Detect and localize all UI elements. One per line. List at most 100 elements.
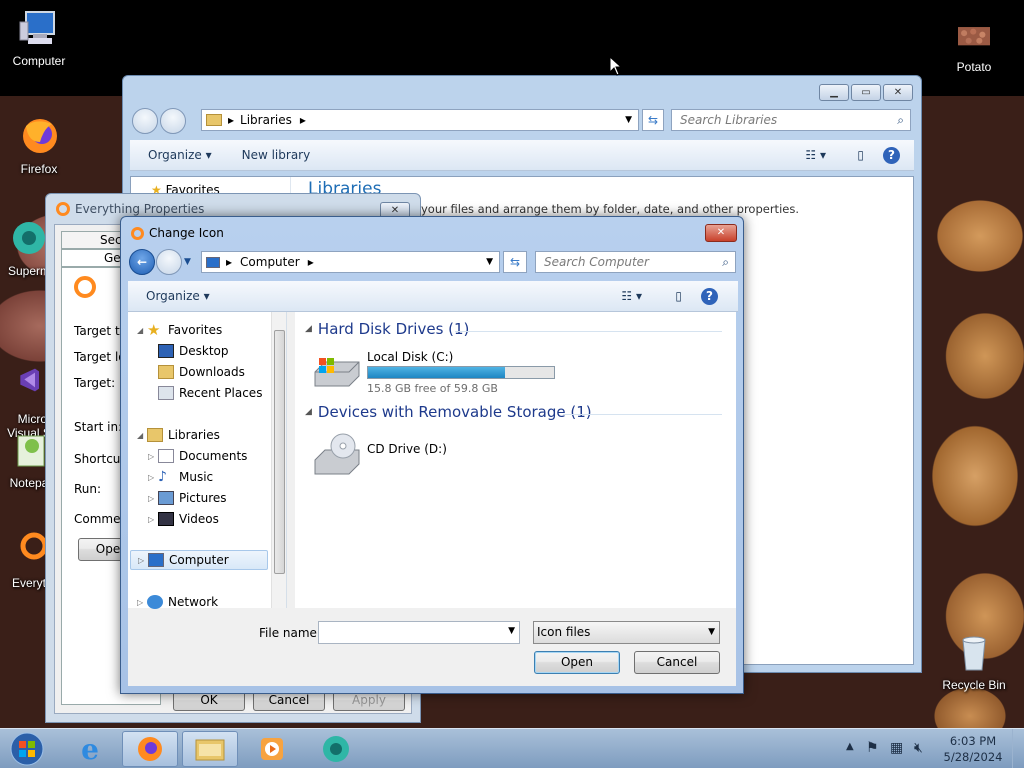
- dropdown-icon[interactable]: ▼: [486, 257, 493, 267]
- nav-music[interactable]: ▷ ♪ Music: [148, 467, 213, 487]
- nav-desktop[interactable]: Desktop: [158, 341, 229, 361]
- taskbar-supermium[interactable]: [308, 731, 364, 767]
- dialog-breadcrumb[interactable]: Computer: [240, 255, 300, 269]
- group-divider: [455, 331, 722, 332]
- firefox-icon: [138, 737, 162, 761]
- group-removable-storage[interactable]: ◢ Devices with Removable Storage (1): [305, 403, 592, 421]
- star-icon: ★: [147, 321, 161, 339]
- new-library-button[interactable]: New library: [242, 148, 311, 162]
- minimize-button[interactable]: ▁: [819, 84, 849, 101]
- properties-title: Everything Properties: [75, 202, 205, 216]
- preview-pane-icon[interactable]: ▯: [857, 148, 864, 162]
- desktop-icon-potato[interactable]: Potato: [937, 24, 1011, 74]
- dropdown-icon[interactable]: ▼: [508, 626, 515, 636]
- taskbar-explorer[interactable]: [182, 731, 238, 767]
- change-icon-dialog[interactable]: Change Icon ✕ ← ▼ ▸ Computer ▸ ▼ ⇆ Searc…: [120, 216, 744, 694]
- libraries-search-input[interactable]: Search Libraries ⌕: [671, 109, 911, 131]
- desktop-icon: [158, 344, 174, 358]
- nav-scrollbar-thumb[interactable]: [274, 330, 285, 574]
- forward-button[interactable]: [156, 249, 182, 275]
- taskbar-firefox[interactable]: [122, 731, 178, 767]
- taskbar-internet-explorer[interactable]: e: [62, 731, 118, 767]
- back-button[interactable]: ←: [129, 249, 155, 275]
- libraries-address-bar[interactable]: ▸ Libraries ▸ ▼: [201, 109, 639, 131]
- nav-documents[interactable]: ▷ Documents: [148, 446, 247, 466]
- cd-drive-icon: [314, 433, 360, 475]
- show-hidden-icons-arrow[interactable]: ▲: [846, 741, 854, 752]
- group-hard-disk-drives[interactable]: ◢ Hard Disk Drives (1): [305, 320, 469, 338]
- dropdown-icon[interactable]: ▼: [708, 622, 715, 643]
- nav-favorites[interactable]: ◢ ★ Favorites: [137, 320, 222, 340]
- nav-pictures[interactable]: ▷ Pictures: [148, 488, 227, 508]
- start-button[interactable]: [2, 731, 52, 767]
- volume-muted-icon[interactable]: 🔇︎: [914, 740, 923, 756]
- desktop-icon-computer[interactable]: Computer: [2, 8, 76, 68]
- nav-recent-places[interactable]: Recent Places: [158, 383, 262, 403]
- open-button[interactable]: Open: [534, 651, 620, 674]
- properties-titlebar: Everything Properties: [56, 202, 204, 216]
- action-center-flag-icon[interactable]: ⚑: [866, 740, 879, 756]
- refresh-button[interactable]: ⇆: [503, 251, 527, 273]
- libraries-toolbar: Organize ▾ New library ☷ ▾ ▯ ?: [130, 140, 914, 171]
- supermium-icon: [13, 222, 45, 254]
- disk-usage-bar: [367, 366, 555, 379]
- show-desktop-button[interactable]: [1012, 729, 1024, 768]
- desktop-icon-firefox[interactable]: Firefox: [2, 116, 76, 176]
- view-options-icon[interactable]: ☷ ▾: [621, 289, 642, 303]
- dialog-toolbar: Organize ▾ ☷ ▾ ▯ ?: [128, 281, 738, 312]
- folder-icon: [195, 739, 225, 761]
- desktop-icon-recycle-bin[interactable]: Recycle Bin: [937, 632, 1011, 692]
- everything-icon: [74, 276, 96, 298]
- collapsed-arrow-icon: ▷: [148, 493, 155, 503]
- libraries-icon: [147, 428, 163, 442]
- refresh-button[interactable]: ⇆: [642, 109, 664, 131]
- dropdown-icon[interactable]: ▼: [625, 115, 632, 125]
- back-button[interactable]: [132, 108, 158, 134]
- cancel-button[interactable]: Cancel: [634, 651, 720, 674]
- file-list-pane[interactable]: ◢ Hard Disk Drives (1) Local Disk (C:) 15…: [295, 312, 736, 608]
- organize-menu[interactable]: Organize ▾: [146, 289, 210, 303]
- help-icon[interactable]: ?: [883, 146, 900, 164]
- local-disk-free-space: 15.8 GB free of 59.8 GB: [367, 382, 498, 395]
- nav-libraries[interactable]: ◢ Libraries: [137, 425, 220, 445]
- libraries-description: your files and arrange them by folder, d…: [421, 202, 799, 216]
- close-button[interactable]: ✕: [883, 84, 913, 101]
- nav-scrollbar[interactable]: [271, 312, 286, 608]
- filename-input[interactable]: [319, 622, 499, 642]
- target-location-label: Target lo: [74, 350, 126, 364]
- maximize-button[interactable]: ▭: [851, 84, 881, 101]
- filetype-select[interactable]: Icon files ▼: [533, 621, 720, 644]
- filename-combo[interactable]: ▼: [318, 621, 520, 644]
- taskbar-media-player[interactable]: [244, 731, 300, 767]
- help-icon[interactable]: ?: [701, 287, 718, 305]
- dialog-search-input[interactable]: Search Computer ⌕: [535, 251, 736, 273]
- nav-network[interactable]: ▷ Network: [137, 592, 218, 612]
- close-button[interactable]: ✕: [705, 224, 737, 242]
- network-tray-icon[interactable]: ▦: [890, 740, 903, 756]
- organize-menu[interactable]: Organize ▾: [148, 148, 212, 162]
- dialog-address-bar[interactable]: ▸ Computer ▸ ▼: [201, 251, 500, 273]
- group-divider: [563, 414, 722, 415]
- expand-arrow-icon: ◢: [137, 430, 144, 440]
- forward-button[interactable]: [160, 108, 186, 134]
- chevron-right-icon: ▸: [226, 255, 233, 269]
- nav-computer[interactable]: ▷ Computer: [130, 550, 268, 570]
- recent-places-icon: [158, 386, 174, 400]
- music-icon: ♪: [158, 469, 167, 485]
- search-placeholder: Search Computer: [544, 255, 649, 269]
- clock[interactable]: 6:03 PM 5/28/2024: [940, 733, 1006, 765]
- firefox-icon: [23, 119, 57, 153]
- drive-local-disk[interactable]: Local Disk (C:) 15.8 GB free of 59.8 GB: [313, 350, 555, 395]
- nav-downloads[interactable]: Downloads: [158, 362, 245, 382]
- libraries-breadcrumb[interactable]: Libraries: [240, 113, 292, 127]
- nav-videos[interactable]: ▷ Videos: [148, 509, 219, 529]
- dialog-nav-buttons: ← ▼: [129, 249, 191, 275]
- collapsed-arrow-icon: ▷: [148, 514, 155, 524]
- navigation-pane[interactable]: ◢ ★ Favorites Desktop Downloads Recent Pla…: [128, 312, 287, 609]
- drive-cd[interactable]: CD Drive (D:): [313, 432, 463, 476]
- cd-drive-name: CD Drive (D:): [367, 442, 447, 456]
- recent-pages-dropdown[interactable]: ▼: [184, 257, 191, 267]
- view-options-icon[interactable]: ☷ ▾: [805, 148, 826, 162]
- preview-pane-icon[interactable]: ▯: [675, 289, 682, 303]
- network-icon: [147, 595, 163, 609]
